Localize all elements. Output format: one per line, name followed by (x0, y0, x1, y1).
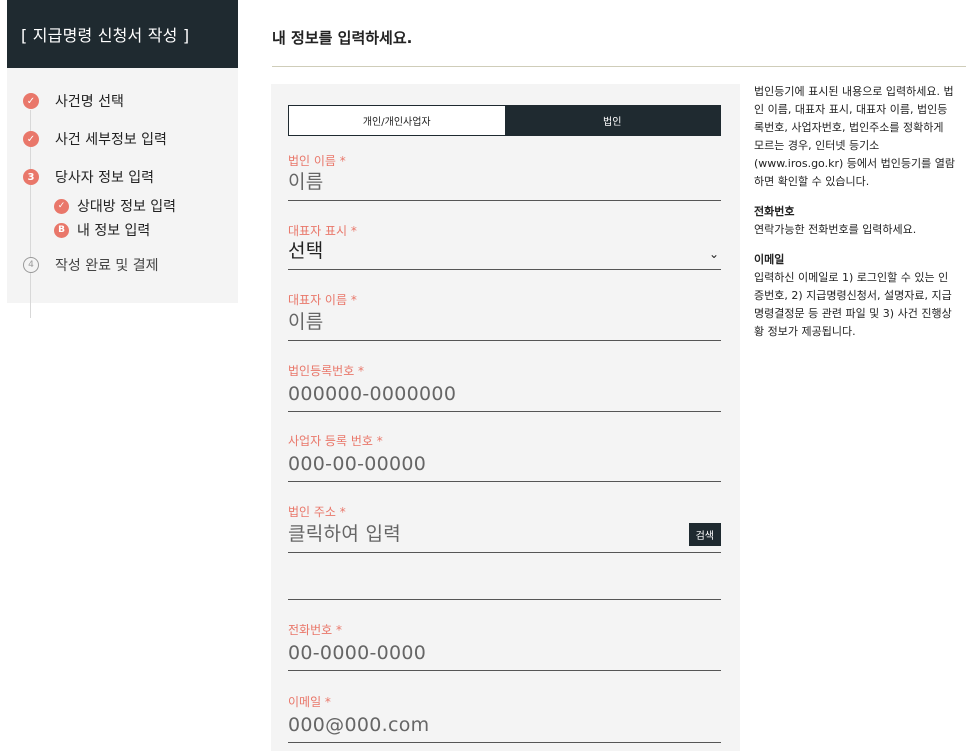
step-list: ✓ 사건명 선택 ✓ 사건 세부정보 입력 3 당사자 정보 입력 ✓ 상대방 … (7, 68, 238, 318)
email-input[interactable]: 000@000.com (288, 714, 429, 736)
step-3[interactable]: 3 당사자 정보 입력 (7, 160, 238, 194)
step-label: 사건 세부정보 입력 (55, 132, 167, 148)
help-email-heading: 이메일 (754, 253, 785, 266)
biz-reg-no-input[interactable]: 000-00-00000 (288, 453, 426, 475)
email-field[interactable]: 이메일 * 000@000.com (288, 693, 721, 743)
step-4[interactable]: 4 작성 완료 및 결제 (7, 246, 238, 284)
address-detail-field[interactable] (288, 564, 721, 600)
divider (272, 66, 966, 67)
corp-address-field[interactable]: 법인 주소 * 클릭하여 입력 검색 (288, 503, 721, 553)
field-label: 법인등록번호 * (288, 364, 365, 378)
field-label: 대표자 이름 * (288, 293, 357, 307)
field-label: 전화번호 * (288, 623, 342, 637)
step-number-badge: 4 (23, 257, 39, 273)
rep-name-field[interactable]: 대표자 이름 * 이름 (288, 291, 721, 341)
address-search-button[interactable]: 검색 (688, 523, 721, 546)
help-email-text: 입력하신 이메일로 1) 로그인할 수 있는 인증번호, 2) 지급명령신청서,… (754, 271, 952, 338)
corp-name-input[interactable]: 이름 (288, 167, 324, 194)
substep-label: 내 정보 입력 (77, 223, 151, 239)
step-label: 작성 완료 및 결제 (55, 258, 159, 274)
biz-reg-no-field[interactable]: 사업자 등록 번호 * 000-00-00000 (288, 432, 721, 482)
help-phone-text: 연락가능한 전화번호를 입력하세요. (754, 223, 917, 236)
rep-title-value[interactable]: 선택 (288, 236, 324, 263)
field-label: 이메일 * (288, 695, 331, 709)
step-label: 사건명 선택 (55, 94, 124, 110)
substep-label: 상대방 정보 입력 (77, 199, 177, 215)
tab-individual[interactable]: 개인/개인사업자 (289, 106, 505, 135)
substep-letter-badge: B (54, 222, 69, 238)
field-label: 법인 주소 * (288, 505, 346, 519)
check-icon: ✓ (54, 198, 69, 214)
tab-corporation[interactable]: 법인 (504, 106, 720, 135)
field-label: 사업자 등록 번호 * (288, 434, 383, 448)
page-title: 내 정보를 입력하세요. (272, 29, 413, 47)
substep-opponent-info[interactable]: ✓ 상대방 정보 입력 (7, 194, 238, 218)
help-phone-heading: 전화번호 (754, 205, 795, 218)
corp-reg-no-input[interactable]: 000000-0000000 (288, 383, 456, 405)
corp-name-field[interactable]: 법인 이름 * 이름 (288, 152, 721, 201)
form-panel: 개인/개인사업자 법인 법인 이름 * 이름 대표자 표시 * 선택 ⌄ 대표자… (271, 84, 740, 751)
corp-reg-no-field[interactable]: 법인등록번호 * 000000-0000000 (288, 362, 721, 412)
check-icon: ✓ (23, 93, 39, 109)
step-label: 당사자 정보 입력 (55, 170, 155, 186)
phone-field[interactable]: 전화번호 * 00-0000-0000 (288, 621, 721, 671)
help-panel: 법인등기에 표시된 내용으로 입력하세요. 법인 이름, 대표자 표시, 대표자… (754, 83, 956, 341)
rep-title-select[interactable]: 대표자 표시 * 선택 ⌄ (288, 222, 721, 270)
help-intro: 법인등기에 표시된 내용으로 입력하세요. 법인 이름, 대표자 표시, 대표자… (754, 85, 955, 188)
rep-name-input[interactable]: 이름 (288, 307, 324, 334)
sidebar: [ 지급명령 신청서 작성 ] ✓ 사건명 선택 ✓ 사건 세부정보 입력 3 … (7, 0, 238, 318)
step-2[interactable]: ✓ 사건 세부정보 입력 (7, 120, 238, 158)
step-number-badge: 3 (23, 169, 39, 185)
phone-input[interactable]: 00-0000-0000 (288, 642, 426, 664)
entity-type-tabs: 개인/개인사업자 법인 (288, 105, 721, 136)
chevron-down-icon[interactable]: ⌄ (709, 247, 719, 261)
substep-my-info[interactable]: B 내 정보 입력 (7, 218, 238, 242)
check-icon: ✓ (23, 131, 39, 147)
sidebar-title: [ 지급명령 신청서 작성 ] (7, 0, 238, 68)
corp-address-input[interactable]: 클릭하여 입력 (288, 519, 401, 546)
step-1[interactable]: ✓ 사건명 선택 (7, 82, 238, 120)
